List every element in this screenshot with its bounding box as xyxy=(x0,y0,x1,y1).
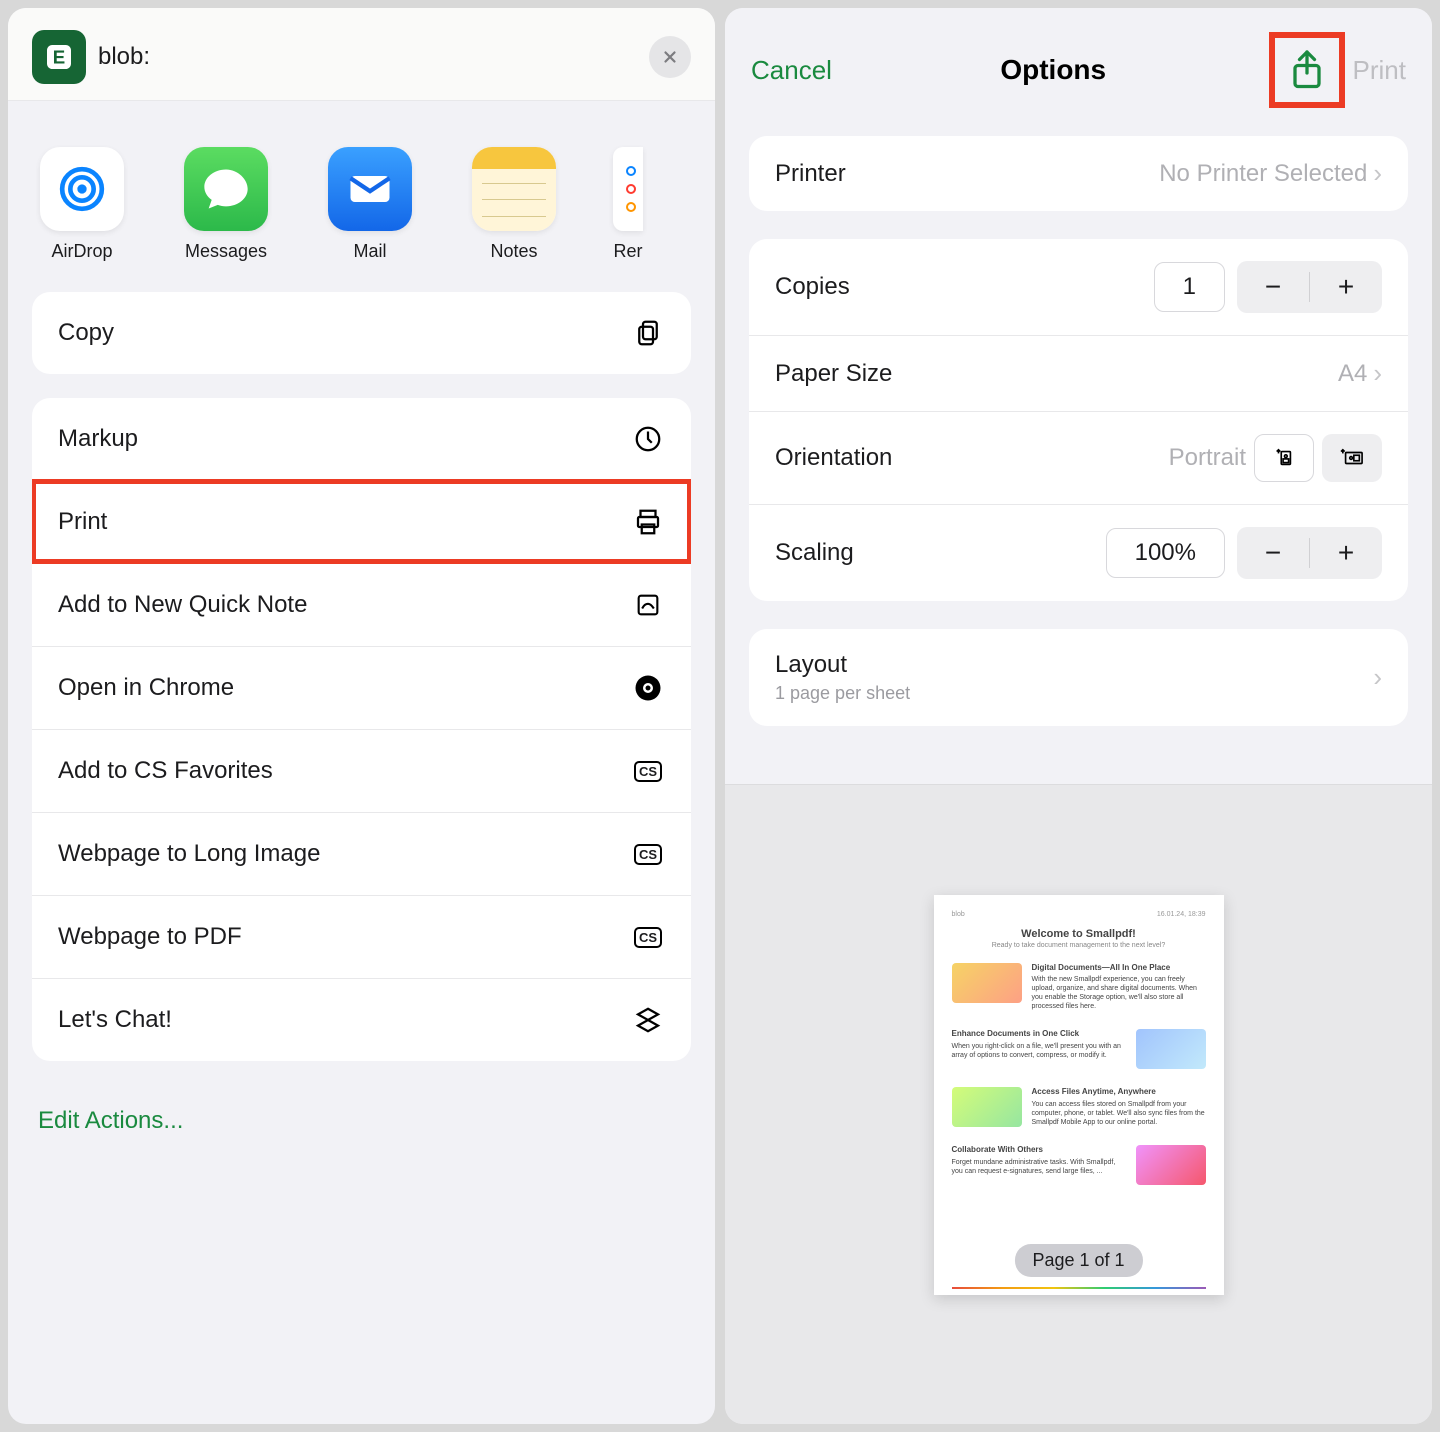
action-label: Open in Chrome xyxy=(58,674,234,702)
action-label: Print xyxy=(58,508,107,536)
cs-icon: CS xyxy=(631,754,665,788)
paper-row[interactable]: Paper Size A4 › xyxy=(749,335,1408,411)
share-app-label: Notes xyxy=(490,241,537,262)
share-app-reminders-partial[interactable]: Rer xyxy=(608,147,648,262)
share-app-mail[interactable]: Mail xyxy=(320,147,420,262)
page-indicator: Page 1 of 1 xyxy=(1014,1244,1142,1277)
preview-page[interactable]: blob16.01.24, 18:39 Welcome to Smallpdf!… xyxy=(934,895,1224,1295)
share-app-airdrop[interactable]: AirDrop xyxy=(32,147,132,262)
orientation-value: Portrait xyxy=(1169,444,1246,472)
share-sheet: E blob: AirDrop Messages xyxy=(8,8,715,1424)
portrait-button[interactable] xyxy=(1254,434,1314,482)
print-options: Cancel Options Print Printer No Printer … xyxy=(725,8,1432,1424)
options-title: Options xyxy=(1000,54,1106,86)
app-icon: E xyxy=(32,30,86,84)
copies-row: Copies 1 − + xyxy=(749,239,1408,335)
chrome-action[interactable]: Open in Chrome xyxy=(32,646,691,729)
layout-label: Layout xyxy=(775,651,910,679)
action-label: Markup xyxy=(58,425,138,453)
cs-favorites-action[interactable]: Add to CS Favorites CS xyxy=(32,729,691,812)
share-app-messages[interactable]: Messages xyxy=(176,147,276,262)
chevron-right-icon: › xyxy=(1373,158,1382,189)
orientation-row: Orientation Portrait xyxy=(749,411,1408,504)
actions-group: Markup Print Add to New Quick Note Open … xyxy=(32,398,691,1061)
copy-action[interactable]: Copy xyxy=(32,292,691,374)
printer-group: Printer No Printer Selected › xyxy=(749,136,1408,211)
share-app-notes[interactable]: Notes xyxy=(464,147,564,262)
action-label: Let's Chat! xyxy=(58,1006,172,1034)
increment-button[interactable]: + xyxy=(1310,261,1382,313)
cancel-button[interactable]: Cancel xyxy=(751,55,832,86)
printer-row[interactable]: Printer No Printer Selected › xyxy=(749,136,1408,211)
chevron-right-icon: › xyxy=(1373,662,1382,693)
share-header: E blob: xyxy=(8,8,715,101)
decrement-button[interactable]: − xyxy=(1237,261,1309,313)
scaling-stepper[interactable]: − + xyxy=(1237,527,1382,579)
copies-stepper[interactable]: − + xyxy=(1237,261,1382,313)
markup-action[interactable]: Markup xyxy=(32,398,691,480)
edit-actions-link[interactable]: Edit Actions... xyxy=(8,1085,715,1157)
cs-icon: CS xyxy=(631,837,665,871)
printer-label: Printer xyxy=(775,160,846,188)
paper-label: Paper Size xyxy=(775,360,892,388)
action-label: Add to CS Favorites xyxy=(58,757,273,785)
share-app-label: Mail xyxy=(353,241,386,262)
cs-icon: CS xyxy=(631,920,665,954)
quicknote-icon xyxy=(631,588,665,622)
print-button[interactable]: Print xyxy=(1353,55,1406,86)
decrement-button[interactable]: − xyxy=(1237,527,1309,579)
share-button[interactable] xyxy=(1275,38,1339,102)
share-app-label: Messages xyxy=(185,241,267,262)
chrome-icon xyxy=(631,671,665,705)
lets-chat-action[interactable]: Let's Chat! xyxy=(32,978,691,1061)
copies-value[interactable]: 1 xyxy=(1154,262,1225,312)
action-label: Copy xyxy=(58,319,114,347)
long-image-action[interactable]: Webpage to Long Image CS xyxy=(32,812,691,895)
header-actions: Print xyxy=(1275,38,1406,102)
share-source-label: blob: xyxy=(98,43,637,71)
markup-icon xyxy=(631,422,665,456)
layout-sub: 1 page per sheet xyxy=(775,683,910,704)
action-label: Add to New Quick Note xyxy=(58,591,307,619)
share-apps-row[interactable]: AirDrop Messages Mail Notes xyxy=(8,101,715,292)
share-app-label: Rer xyxy=(613,241,642,262)
increment-button[interactable]: + xyxy=(1310,527,1382,579)
print-icon xyxy=(631,505,665,539)
print-action[interactable]: Print xyxy=(32,480,691,563)
copies-label: Copies xyxy=(775,273,850,301)
quicknote-action[interactable]: Add to New Quick Note xyxy=(32,563,691,646)
paper-value: A4 xyxy=(1338,360,1367,388)
page-settings-group: Copies 1 − + Paper Size A4 › Orientation… xyxy=(749,239,1408,601)
webpage-pdf-action[interactable]: Webpage to PDF CS xyxy=(32,895,691,978)
printer-value: No Printer Selected xyxy=(1159,160,1367,188)
preview-sub: Ready to take document management to the… xyxy=(952,942,1206,949)
chat-icon xyxy=(631,1003,665,1037)
options-header: Cancel Options Print xyxy=(725,8,1432,126)
scaling-row: Scaling 100% − + xyxy=(749,504,1408,601)
action-label: Webpage to Long Image xyxy=(58,840,320,868)
preview-area[interactable]: blob16.01.24, 18:39 Welcome to Smallpdf!… xyxy=(725,784,1432,1424)
scaling-value[interactable]: 100% xyxy=(1106,528,1225,578)
svg-text:E: E xyxy=(53,47,65,68)
layout-row[interactable]: Layout 1 page per sheet › xyxy=(749,629,1408,726)
copy-group: Copy xyxy=(32,292,691,374)
preview-title: Welcome to Smallpdf! xyxy=(952,928,1206,940)
close-button[interactable] xyxy=(649,36,691,78)
share-app-label: AirDrop xyxy=(51,241,112,262)
chevron-right-icon: › xyxy=(1373,358,1382,389)
scaling-label: Scaling xyxy=(775,539,854,567)
landscape-button[interactable] xyxy=(1322,434,1382,482)
orientation-label: Orientation xyxy=(775,444,892,472)
layout-group: Layout 1 page per sheet › xyxy=(749,629,1408,726)
action-label: Webpage to PDF xyxy=(58,923,242,951)
copy-icon xyxy=(631,316,665,350)
